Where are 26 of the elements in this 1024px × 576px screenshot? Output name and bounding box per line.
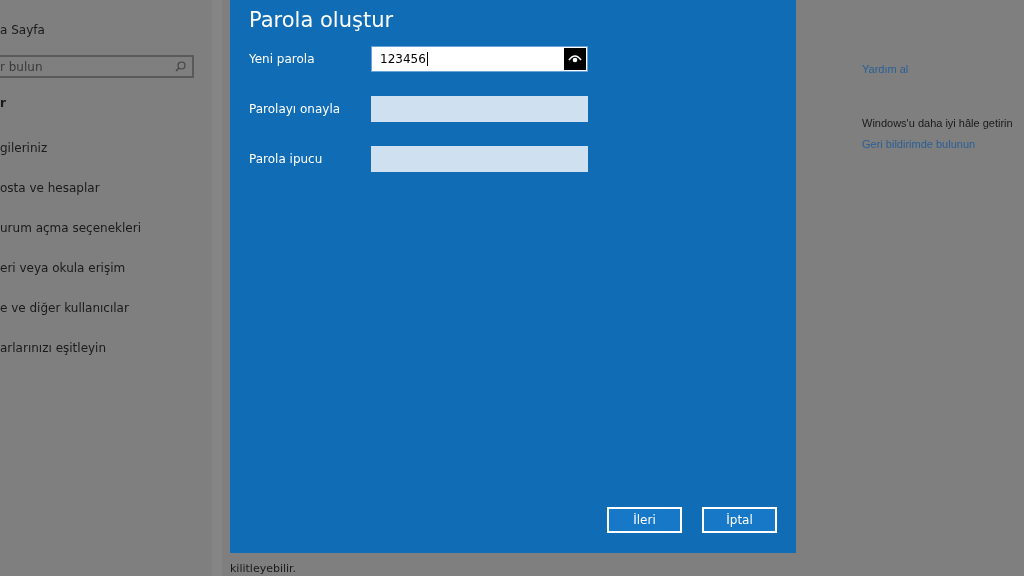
field-value: 123456: [380, 52, 426, 66]
description-text: kilitleyebilir.: [230, 562, 298, 575]
text-cursor: [426, 52, 428, 66]
sidebar-item[interactable]: osta ve hesaplar: [0, 180, 212, 196]
search-icon: [175, 61, 186, 72]
sidebar-item[interactable]: urum açma seçenekleri: [0, 220, 212, 236]
sidebar-item[interactable]: e ve diğer kullanıcılar: [0, 300, 212, 316]
reveal-button[interactable]: [564, 48, 586, 70]
eye-icon: [568, 53, 582, 65]
next-button[interactable]: İleri: [607, 507, 682, 533]
sidebar-item[interactable]: gileriniz: [0, 140, 212, 156]
section-heading: r: [0, 96, 7, 110]
home-link[interactable]: a Sayfa: [0, 20, 212, 40]
field-label: Yeni parola: [249, 52, 316, 66]
password-field[interactable]: [371, 146, 588, 172]
search-field[interactable]: r bulun: [0, 55, 194, 78]
field-label: Parola ipucu: [249, 152, 324, 166]
dialog-title: Parola oluştur: [249, 8, 395, 32]
sidebar-item[interactable]: arlarınızı eşitleyin: [0, 340, 212, 356]
cancel-button[interactable]: İptal: [702, 507, 777, 533]
placeholder-text: r bulun: [0, 59, 43, 74]
field-label: Parolayı onayla: [249, 102, 342, 116]
password-field[interactable]: 123456: [371, 46, 588, 72]
password-field[interactable]: [371, 96, 588, 122]
sidebar-item[interactable]: eri veya okula erişim: [0, 260, 212, 276]
feedback-heading: Windows'u daha iyi hâle getirin: [862, 117, 1014, 129]
